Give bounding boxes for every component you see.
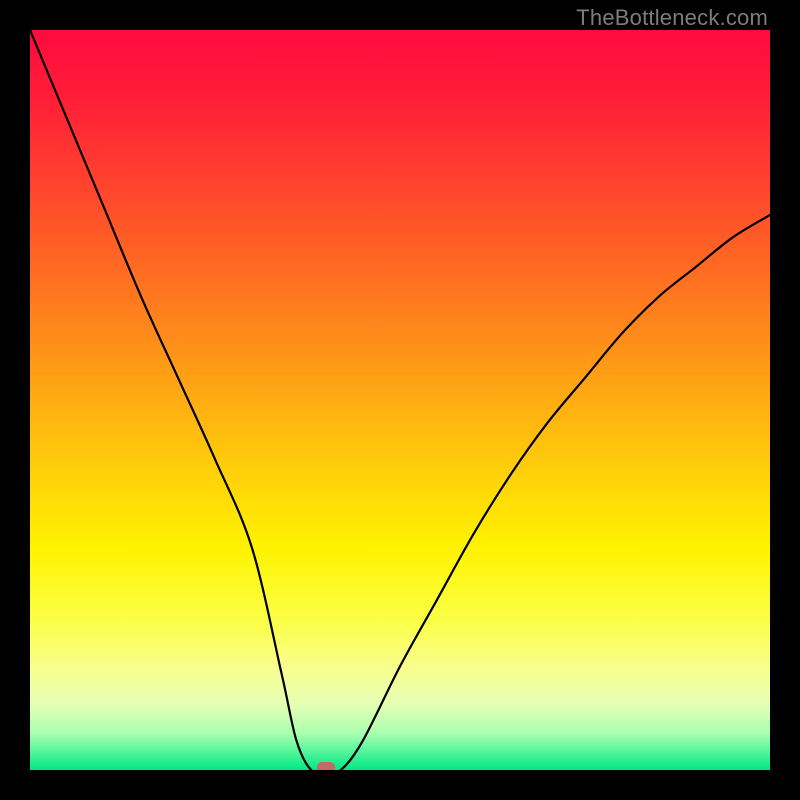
- watermark-text: TheBottleneck.com: [576, 5, 768, 31]
- chart-frame: TheBottleneck.com: [0, 0, 800, 800]
- bottleneck-curve: [30, 30, 770, 770]
- plot-area: [30, 30, 770, 770]
- optimal-marker: [317, 762, 335, 770]
